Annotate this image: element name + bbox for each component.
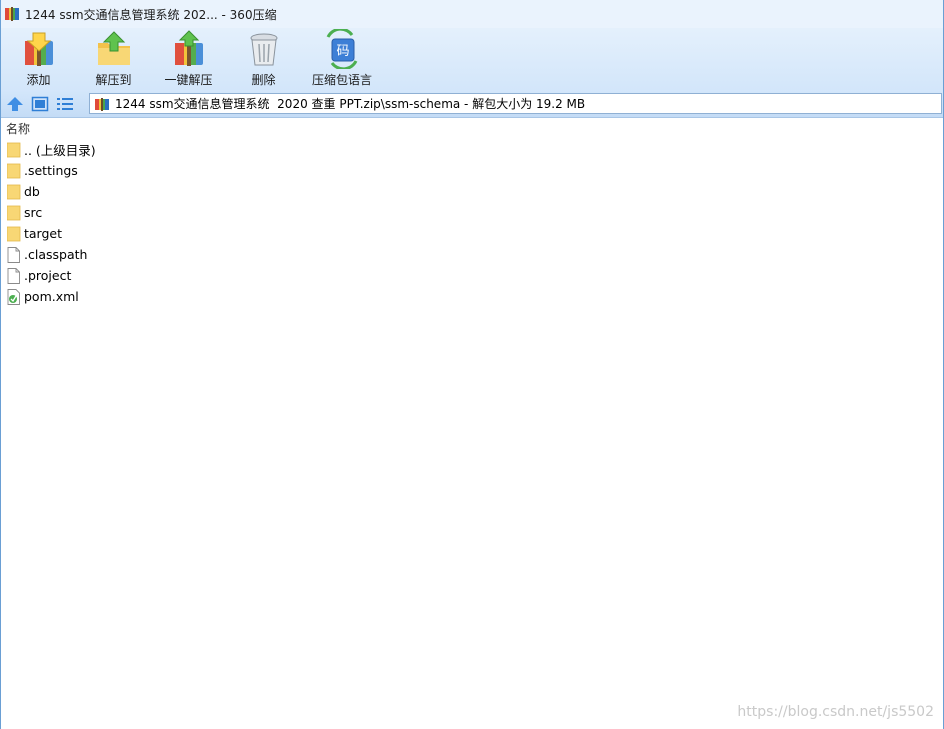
add-button[interactable]: 添加 — [1, 28, 76, 90]
list-item-classpath[interactable]: .classpath — [1, 244, 943, 265]
folder-icon — [7, 184, 21, 199]
one-click-extract-button[interactable]: 一键解压 — [151, 28, 226, 90]
list-item-name: db — [24, 184, 40, 199]
archive-encoding-label: 压缩包语言 — [311, 73, 372, 87]
folder-icon — [7, 163, 21, 178]
file-list: .. (上级目录) .settings db src target .class… — [1, 139, 943, 307]
xml-file-icon — [7, 288, 20, 305]
view-thumbnail-button[interactable] — [29, 93, 51, 115]
list-item-project[interactable]: .project — [1, 265, 943, 286]
list-item-name: .settings — [24, 163, 78, 178]
folder-icon — [7, 205, 21, 220]
title-bar: 1244 ssm交通信息管理系统 202... - 360压缩 — [1, 0, 943, 28]
list-item-target[interactable]: target — [1, 223, 943, 244]
add-archive-icon — [24, 32, 53, 66]
one-click-extract-label: 一键解压 — [164, 73, 213, 87]
arrow-up-icon — [7, 96, 23, 111]
list-item-pom[interactable]: pom.xml — [1, 286, 943, 307]
window-title: 1244 ssm交通信息管理系统 202... - 360压缩 — [25, 7, 277, 22]
trash-icon — [250, 33, 277, 66]
archive-app-icon — [5, 7, 19, 21]
list-item-name: .project — [24, 268, 72, 283]
file-icon — [7, 246, 20, 263]
extract-to-button[interactable]: 解压到 — [76, 28, 151, 90]
watermark-text: https://blog.csdn.net/js5502 — [737, 704, 934, 720]
go-up-button[interactable] — [4, 93, 26, 115]
list-item-db[interactable]: db — [1, 181, 943, 202]
folder-icon — [7, 142, 21, 157]
file-icon — [7, 267, 20, 284]
app-window: 1244 ssm交通信息管理系统 202... - 360压缩 添加 解压到 一… — [0, 0, 944, 729]
list-view-icon — [57, 97, 73, 110]
delete-label: 删除 — [251, 73, 276, 87]
archive-encoding-icon: 码 — [326, 29, 358, 69]
delete-button[interactable]: 删除 — [226, 28, 301, 90]
archive-encoding-button[interactable]: 码 压缩包语言 — [301, 28, 383, 90]
list-item-parent-dir[interactable]: .. (上级目录) — [1, 139, 943, 160]
add-button-label: 添加 — [26, 73, 51, 87]
list-item-settings[interactable]: .settings — [1, 160, 943, 181]
path-field-container — [89, 93, 942, 114]
zip-file-icon — [95, 97, 109, 111]
list-item-src[interactable]: src — [1, 202, 943, 223]
path-input[interactable] — [115, 96, 875, 111]
list-item-name: pom.xml — [24, 289, 79, 304]
folder-icon — [7, 226, 21, 241]
thumbnail-view-icon — [31, 96, 49, 111]
one-click-extract-icon — [174, 30, 203, 66]
list-item-name: src — [24, 205, 43, 220]
view-list-button[interactable] — [54, 93, 76, 115]
list-item-name: .classpath — [24, 247, 88, 262]
address-bar — [1, 90, 943, 118]
column-header-label: 名称 — [6, 122, 31, 136]
extract-to-icon — [97, 31, 130, 65]
list-item-name: .. (上级目录) — [24, 143, 96, 158]
list-item-name: target — [24, 226, 63, 241]
toolbar: 添加 解压到 一键解压 删除 码 压缩包语言 — [1, 28, 943, 90]
svg-text:码: 码 — [336, 44, 349, 59]
column-header-name[interactable]: 名称 — [1, 119, 943, 138]
extract-to-label: 解压到 — [95, 73, 132, 87]
